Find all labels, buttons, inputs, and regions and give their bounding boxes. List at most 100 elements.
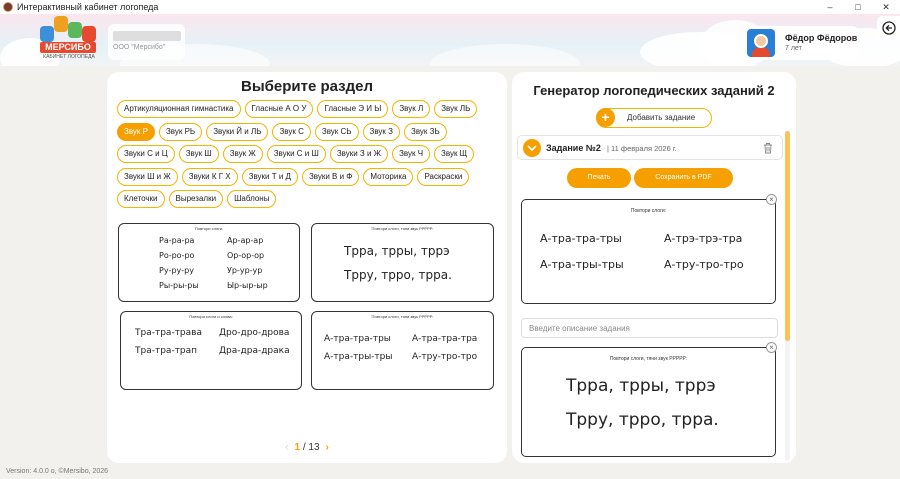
sheet-line: А-трэ-трэ-тра: [664, 232, 743, 245]
sheet-line: Тррy, трро, трра.: [566, 410, 719, 430]
plus-icon: +: [596, 108, 615, 127]
section-chip[interactable]: Звук Ж: [222, 145, 263, 163]
back-button[interactable]: [877, 16, 900, 40]
thumb-line: Ру-ру-ру: [159, 266, 194, 275]
next-page-button[interactable]: ›: [326, 442, 329, 453]
section-chip[interactable]: Моторика: [363, 167, 414, 186]
thumb-line: Ор-ор-ор: [227, 251, 265, 260]
section-chip[interactable]: Звук С: [272, 122, 311, 141]
remove-sheet-1-button[interactable]: ×: [766, 194, 777, 205]
print-button[interactable]: Печать: [567, 168, 631, 188]
add-task-label: Добавить задание: [627, 113, 696, 122]
section-chip[interactable]: Гласные А О У: [244, 100, 314, 118]
thumb-line: А-тру-тро-тро: [412, 352, 478, 362]
task-date: | 11 февраля 2026 г.: [607, 144, 677, 153]
generator-panel: Генератор логопедических заданий 2 + Доб…: [512, 72, 796, 463]
thumb-line: Ра-ра-ра: [159, 236, 195, 245]
section-chip[interactable]: Гласные Э И Ы: [317, 100, 389, 118]
section-chip[interactable]: Звуки К Г Х: [181, 167, 238, 186]
sheet-caption: Повтори слоги, тяни звук РРРРР:: [609, 356, 688, 362]
worksheet-thumb-2[interactable]: Повтори слоги, тяни звук РРРРР: Трра, тр…: [311, 223, 494, 302]
thumb-line: Ры-ры-ры: [159, 281, 199, 290]
task-description-input[interactable]: Введите описание задания: [521, 318, 778, 338]
add-task-button[interactable]: + Добавить задание: [596, 108, 712, 128]
task-sheet-2[interactable]: Повтори слоги, тяни звук РРРРР: Трра, тр…: [521, 347, 776, 457]
minimize-button[interactable]: –: [816, 2, 844, 13]
thumb-line: Тррy, трро, трра.: [344, 268, 452, 282]
arrow-left-circle-icon: [881, 21, 896, 35]
thumb-caption: Повтори слоги, тяни звук РРРРР:: [371, 226, 434, 231]
worksheet-thumb-3[interactable]: Повтори слоги и слова: Тра-тра-трава Тра…: [120, 311, 302, 390]
thumb-line: А-тра-тра-тры: [324, 334, 391, 344]
section-panel: Выберите раздел Артикуляционная гимнасти…: [107, 72, 507, 463]
prev-page-button[interactable]: ‹: [285, 442, 288, 453]
thumb-line: Ыр-ыр-ыр: [227, 281, 268, 290]
generator-title: Генератор логопедических заданий 2: [533, 83, 775, 98]
thumb-caption: Повтори слоги:: [194, 226, 224, 231]
task-header: Задание №2 | 11 февраля 2026 г.: [517, 135, 783, 160]
trash-icon[interactable]: [763, 142, 773, 154]
task-sheet-1[interactable]: Повтори слоги: А-тра-тра-тры А-тра-тры-т…: [521, 199, 776, 304]
section-chip[interactable]: Звуки З и Ж: [329, 145, 389, 163]
thumb-line: Тра-тра-трава: [135, 328, 202, 338]
remove-sheet-2-button[interactable]: ×: [766, 342, 777, 353]
organization-card[interactable]: ООО "Мерсибо": [108, 24, 185, 60]
maximize-button[interactable]: □: [844, 2, 872, 13]
section-chip[interactable]: Клеточки: [117, 190, 165, 208]
avatar: [747, 29, 775, 57]
sheet-line: А-тра-тра-тры: [540, 232, 622, 245]
thumb-line: А-тра-тра-тра: [412, 334, 478, 344]
section-chip[interactable]: Звук Ш: [178, 145, 219, 163]
section-chip[interactable]: Звуки С и Ц: [117, 145, 175, 163]
section-chip[interactable]: Звук Щ: [434, 145, 475, 163]
section-chip[interactable]: Шаблоны: [227, 190, 277, 208]
section-chip[interactable]: Звуки Т и Д: [241, 167, 298, 186]
section-chip[interactable]: Звук ЗЬ: [403, 122, 447, 141]
section-chip[interactable]: Звук Р: [117, 122, 155, 141]
chevron-down-icon: [527, 145, 537, 152]
sheet-caption: Повтори слоги:: [630, 208, 667, 214]
section-title: Выберите раздел: [240, 78, 374, 95]
section-chip[interactable]: Звук Ч: [392, 145, 431, 163]
section-chip[interactable]: Звуки С и Ш: [266, 145, 326, 163]
worksheet-thumb-1[interactable]: Повтори слоги: Ра-ра-ра Ро-ро-ро Ру-ру-р…: [118, 223, 300, 302]
user-name: Фёдор Фёдоров: [785, 33, 858, 43]
thumb-line: Тра-тра-трап: [135, 346, 198, 356]
save-pdf-button[interactable]: Сохранить в PDF: [634, 168, 733, 188]
app-icon: [3, 2, 13, 12]
organization-name: ООО "Мерсибо": [113, 44, 166, 51]
collapse-task-button[interactable]: [523, 139, 541, 157]
section-chip[interactable]: Звук З: [362, 122, 400, 141]
user-card[interactable]: Фёдор Фёдоров 7 лет: [744, 26, 858, 60]
thumb-line: Ро-ро-ро: [159, 251, 195, 260]
sheet-line: А-тра-тры-тры: [540, 258, 624, 271]
section-chip[interactable]: Звуки Ш и Ж: [117, 167, 178, 186]
redacted-text: [113, 31, 181, 41]
thumb-caption: Повтори слоги, тяни звук РРРРР:: [371, 314, 434, 319]
scrollbar-thumb[interactable]: [785, 131, 790, 341]
section-chip[interactable]: Вырезалки: [168, 190, 224, 208]
worksheet-thumb-4[interactable]: Повтори слоги, тяни звук РРРРР: А-тра-тр…: [311, 311, 494, 390]
thumb-line: Дро-дро-дрова: [219, 328, 290, 338]
section-chip[interactable]: Звук РЬ: [158, 122, 203, 141]
window-controls: – □ ✕: [816, 2, 900, 13]
close-window-button[interactable]: ✕: [872, 2, 900, 13]
pagination: ‹ 1 / 13 ›: [107, 442, 507, 453]
section-chip[interactable]: Артикуляционная гимнастика: [117, 100, 241, 118]
section-chip[interactable]: Звук СЬ: [314, 122, 359, 141]
section-chip[interactable]: Раскраски: [417, 167, 470, 186]
section-chip[interactable]: Звук Л: [392, 100, 431, 118]
worksheet-thumbnails: Повтори слоги: Ра-ра-ра Ро-ро-ро Ру-ру-р…: [118, 223, 498, 393]
total-pages: 13: [308, 442, 320, 453]
section-chip[interactable]: Звук ЛЬ: [434, 100, 478, 118]
window-titlebar: Интерактивный кабинет логопеда – □ ✕: [0, 0, 900, 14]
thumb-line: Трра, трры, тррэ: [344, 244, 450, 258]
logo-subtitle: КАБИНЕТ ЛОГОПЕДА: [43, 54, 95, 60]
section-chip[interactable]: Звуки В и Ф: [301, 167, 360, 186]
logo-text: МЕРСИБО: [40, 42, 96, 53]
mersibo-logo: МЕРСИБО КАБИНЕТ ЛОГОПЕДА: [38, 12, 100, 60]
thumb-line: Дра-дра-драка: [219, 346, 290, 356]
section-chip[interactable]: Звуки Й и ЛЬ: [206, 122, 269, 141]
version-label: Version: 4.0.0 o, ©Mersibo, 2026: [6, 468, 109, 475]
user-age: 7 лет: [785, 45, 802, 52]
